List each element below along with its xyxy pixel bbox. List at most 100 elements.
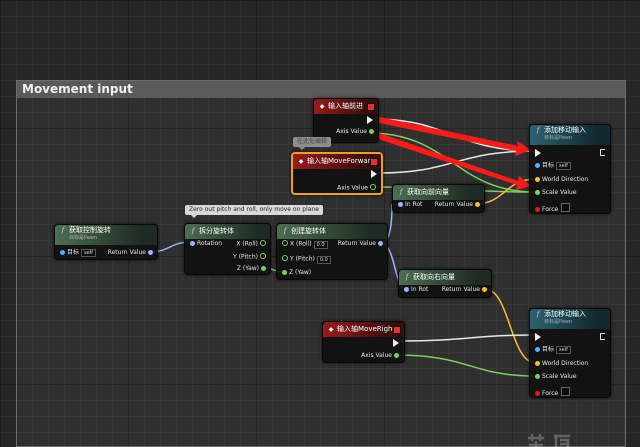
node-header[interactable]: f 获取控制旋转 目标是Pawn <box>55 225 157 245</box>
function-icon: f <box>61 226 65 234</box>
pin-label: Axis Value <box>361 352 392 359</box>
pin-label: Axis Value <box>336 128 367 135</box>
target-pin[interactable]: 目标 self <box>533 346 571 354</box>
input-event-icon: ◆ <box>298 158 304 165</box>
force-checkbox[interactable] <box>561 203 571 212</box>
get-right-vector-node[interactable]: f 获取向右向量 In Rot Return Value <box>398 269 492 298</box>
axis-value-pin[interactable]: Axis Value <box>361 352 401 360</box>
exec-out-pin[interactable] <box>600 149 605 156</box>
x-value-field[interactable]: 0.0 <box>313 240 328 249</box>
exec-in-pin[interactable] <box>535 333 541 341</box>
z-yaw-input-pin[interactable]: Z (Yaw) <box>280 269 311 277</box>
world-direction-pin[interactable]: World Direction <box>533 176 588 184</box>
float-pin-icon <box>282 269 287 275</box>
return-value-pin[interactable]: Return Value <box>108 249 155 257</box>
vector-pin-icon <box>535 360 540 366</box>
target-pin[interactable]: 目标 self <box>58 249 96 257</box>
pin-label: Z (Yaw) <box>236 265 259 272</box>
float-pin-icon <box>370 184 376 190</box>
axis-value-pin[interactable]: Axis Value <box>336 128 376 136</box>
exec-in-pin[interactable] <box>535 149 541 157</box>
target-pin[interactable]: 目标 self <box>533 162 571 170</box>
break-rotator-node[interactable]: f 拆分旋转体 Rotation X (Roll) Y (Pitch) Z (Ya… <box>184 223 271 275</box>
watermark-glyphs <box>528 434 570 447</box>
return-value-pin[interactable]: Return Value <box>442 286 489 294</box>
comment-bubble[interactable]: Zero out pitch and roll, only move on pl… <box>185 205 323 218</box>
rotator-pin-icon <box>398 201 403 207</box>
rotator-pin-icon <box>378 240 383 246</box>
node-title: 添加移动输入 <box>544 126 586 134</box>
function-icon: f <box>536 126 540 134</box>
node-header[interactable]: f 拆分旋转体 <box>185 224 270 239</box>
x-roll-input-pin[interactable]: X (Roll) 0.0 <box>280 240 328 249</box>
input-axis-moveforward-node[interactable]: ◆ 输入轴MoveForward Axis Value <box>291 152 383 195</box>
node-header[interactable]: f 添加移动输入 目标是Pawn <box>530 125 610 145</box>
bubble-text: 在此处编辑 <box>297 138 328 145</box>
force-pin[interactable]: Force <box>533 203 571 213</box>
blueprint-graph-canvas[interactable]: Movement input ◆ 输入轴前进 Axis Value 在此处编辑 ◆… <box>0 0 640 447</box>
y-pitch-input-pin[interactable]: Y (Pitch) 0.0 <box>280 255 331 264</box>
in-rot-pin[interactable]: In Rot <box>402 286 428 294</box>
scale-value-pin[interactable]: Scale Value <box>533 373 577 381</box>
add-movement-input-node-2[interactable]: f 添加移动输入 目标是Pawn 目标 self World Direction Sc… <box>529 308 611 398</box>
float-pin-icon <box>260 240 266 246</box>
pin-label: Y (Pitch) <box>233 253 258 261</box>
vector-pin-icon <box>482 286 487 292</box>
exec-out-pin[interactable] <box>600 333 605 340</box>
node-subtitle: 目标是Pawn <box>544 319 573 325</box>
pin-label: Scale Value <box>542 189 577 196</box>
pin-label: Return Value <box>434 201 473 208</box>
in-rot-pin[interactable]: In Rot <box>396 201 422 209</box>
get-control-rotation-node[interactable]: f 获取控制旋转 目标是Pawn 目标 self Return Value <box>54 224 158 260</box>
rotation-pin[interactable]: Rotation <box>188 240 222 248</box>
float-pin-icon <box>535 373 540 379</box>
y-value-field[interactable]: 0.0 <box>316 255 331 264</box>
scale-value-pin[interactable]: Scale Value <box>533 189 577 197</box>
node-header[interactable]: f 获取向右向量 <box>399 270 491 285</box>
make-rotator-node[interactable]: f 创建旋转体 X (Roll) 0.0 Y (Pitch) 0.0 Z (Yaw) … <box>276 223 388 280</box>
function-icon: f <box>283 227 287 235</box>
node-header[interactable]: ◆ 输入轴前进 <box>314 99 378 114</box>
add-movement-input-node-1[interactable]: f 添加移动输入 目标是Pawn 目标 self World Direction Sc… <box>529 124 611 214</box>
self-value: self <box>556 162 571 170</box>
rotator-pin-icon <box>148 249 153 255</box>
force-checkbox[interactable] <box>561 387 571 396</box>
node-subtitle: 目标是Pawn <box>69 235 98 241</box>
node-title: 获取控制旋转 <box>69 226 111 234</box>
x-roll-pin[interactable]: X (Roll) <box>236 240 268 249</box>
z-yaw-pin[interactable]: Z (Yaw) <box>237 265 268 273</box>
function-icon: f <box>399 188 403 196</box>
get-forward-vector-node[interactable]: f 获取向前向量 In Rot Return Value <box>392 184 485 213</box>
return-value-pin[interactable]: Return Value <box>435 201 482 209</box>
float-pin-icon <box>282 240 288 246</box>
world-direction-pin[interactable]: World Direction <box>533 360 588 368</box>
function-icon: f <box>405 273 409 281</box>
pin-label: World Direction <box>542 176 589 183</box>
exec-out-pin[interactable] <box>367 116 373 124</box>
axis-value-pin[interactable]: Axis Value <box>337 184 378 193</box>
node-header[interactable]: f 添加移动输入 目标是Pawn <box>530 309 610 329</box>
object-pin-icon <box>60 249 65 255</box>
y-pitch-pin[interactable]: Y (Pitch) <box>233 253 268 262</box>
function-icon: f <box>191 227 195 235</box>
exec-out-pin[interactable] <box>393 339 399 347</box>
return-value-pin[interactable]: Return Value <box>338 240 385 248</box>
node-header[interactable]: f 获取向前向量 <box>393 185 484 200</box>
exec-out-pin[interactable] <box>371 170 377 178</box>
pin-label: Force <box>542 206 559 213</box>
rotator-pin-icon <box>404 286 409 292</box>
pin-label: Scale Value <box>542 373 577 380</box>
input-axis-moveright-node[interactable]: ◆ 输入轴MoveRight Axis Value <box>322 321 405 363</box>
node-header[interactable]: ◆ 输入轴MoveRight <box>323 322 404 337</box>
node-title: 添加移动输入 <box>544 310 586 318</box>
vector-pin-icon <box>535 176 540 182</box>
pin-label: Return Value <box>337 240 376 247</box>
float-pin-icon <box>282 255 288 261</box>
node-header[interactable]: ◆ 输入轴MoveForward <box>293 154 381 169</box>
comment-bubble-faded[interactable]: 在此处编辑 <box>293 137 332 150</box>
comment-title[interactable]: Movement input <box>17 81 625 98</box>
vector-pin-icon <box>475 201 480 207</box>
node-header[interactable]: f 创建旋转体 <box>277 224 387 239</box>
force-pin[interactable]: Force <box>533 387 571 397</box>
bool-pin-icon <box>535 390 540 396</box>
